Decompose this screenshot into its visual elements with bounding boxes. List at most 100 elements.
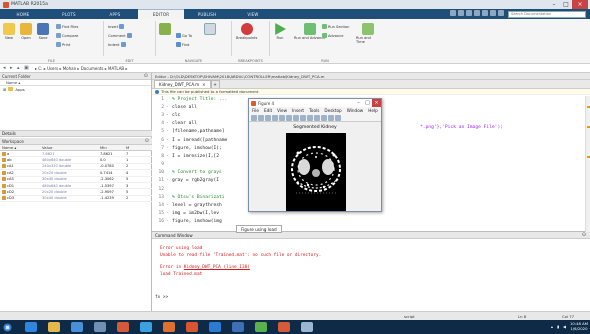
app-icon[interactable] bbox=[209, 322, 221, 332]
figure-close-button[interactable]: × bbox=[372, 99, 381, 107]
folder-item[interactable]: ⊞ Apps bbox=[0, 86, 151, 92]
new-button[interactable]: New bbox=[3, 23, 15, 40]
rotate-icon[interactable] bbox=[307, 114, 313, 121]
command-prompt[interactable]: fx >> bbox=[152, 294, 590, 301]
open-button[interactable]: Open bbox=[20, 23, 32, 40]
tab-plots[interactable]: PLOTS bbox=[46, 9, 92, 19]
zoom-in-icon[interactable] bbox=[286, 114, 292, 121]
col-value[interactable]: Value bbox=[40, 145, 98, 150]
redo-icon[interactable] bbox=[490, 10, 496, 16]
figure-canvas[interactable]: Segmented Kidney bbox=[249, 122, 381, 211]
tab-home[interactable]: HOME bbox=[0, 9, 46, 19]
editor-file-tab[interactable]: Kidney_DWT_PCA.m × bbox=[154, 80, 211, 88]
menu-view[interactable]: View bbox=[277, 108, 287, 113]
media-player-icon[interactable] bbox=[71, 322, 83, 332]
close-button[interactable]: × bbox=[572, 0, 588, 9]
table-row[interactable]: cD3 30x40 double -1.4239 2 bbox=[0, 196, 152, 203]
navigate-arrows-button[interactable] bbox=[159, 23, 171, 36]
print-figure-icon[interactable] bbox=[272, 114, 278, 121]
zoom-out-icon[interactable] bbox=[293, 114, 299, 121]
minimize-button[interactable]: – bbox=[548, 0, 560, 9]
brush-icon[interactable] bbox=[321, 114, 327, 121]
run-section-button[interactable]: Run Section bbox=[322, 24, 349, 29]
figure-minimize-button[interactable]: – bbox=[354, 99, 363, 107]
new-figure-icon[interactable] bbox=[251, 114, 257, 121]
col-name[interactable]: Name ▴ bbox=[0, 145, 40, 150]
copy-icon[interactable] bbox=[466, 10, 472, 16]
current-path[interactable]: ▸ C: ▸ Users ▸ Mohan ▸ Documents ▸ MATLA… bbox=[35, 66, 127, 71]
menu-insert[interactable]: Insert bbox=[292, 108, 304, 113]
start-button[interactable] bbox=[0, 320, 14, 334]
code-line[interactable]: 16- figure, imshow(img bbox=[152, 218, 590, 226]
find-files-button[interactable]: Find Files bbox=[56, 24, 78, 29]
app-icon[interactable] bbox=[117, 322, 129, 332]
cut-icon[interactable] bbox=[458, 10, 464, 16]
app-icon[interactable] bbox=[278, 322, 290, 332]
app-icon[interactable] bbox=[255, 322, 267, 332]
tab-apps[interactable]: APPS bbox=[92, 9, 138, 19]
menu-help[interactable]: Help bbox=[368, 108, 378, 113]
save-button[interactable]: Save bbox=[37, 23, 49, 40]
print-button[interactable]: Print bbox=[56, 42, 70, 47]
up-folder-icon[interactable]: ▴ bbox=[17, 65, 22, 71]
panel-options-icon[interactable]: ⊙ bbox=[144, 73, 148, 79]
search-documentation-input[interactable]: Search Documentation bbox=[508, 10, 586, 18]
close-tab-icon[interactable]: × bbox=[202, 82, 205, 87]
data-cursor-icon[interactable] bbox=[314, 114, 320, 121]
file-explorer-icon[interactable] bbox=[48, 322, 60, 332]
calendar-button[interactable] bbox=[204, 23, 216, 36]
app-icon[interactable] bbox=[301, 322, 313, 332]
clock[interactable]: 10:48 AM 1/6/2020 bbox=[570, 321, 588, 331]
menu-file[interactable]: File bbox=[252, 108, 259, 113]
tab-publish[interactable]: PUBLISH bbox=[184, 9, 230, 19]
menu-tools[interactable]: Tools bbox=[309, 108, 319, 113]
find-button[interactable]: Find bbox=[176, 42, 189, 47]
run-and-advance-button[interactable]: Run and Advance bbox=[294, 23, 325, 40]
workspace-options-icon[interactable]: ⊙ bbox=[145, 138, 149, 144]
expand-icon[interactable]: ⊞ bbox=[3, 87, 6, 92]
app-icon[interactable] bbox=[232, 322, 244, 332]
indent-button[interactable]: Indent bbox=[108, 42, 126, 47]
details-panel-header[interactable]: Details bbox=[0, 130, 152, 137]
run-button[interactable]: Run bbox=[274, 23, 286, 40]
breakpoints-button[interactable]: Breakpoints bbox=[236, 23, 257, 40]
browse-folder-icon[interactable]: ▣ bbox=[24, 65, 29, 71]
insert-button[interactable]: Insert bbox=[108, 24, 125, 29]
figure-maximize-button[interactable]: □ bbox=[363, 99, 372, 107]
col-max[interactable]: M bbox=[124, 145, 152, 150]
open-file-icon[interactable] bbox=[258, 114, 264, 121]
save-icon[interactable] bbox=[450, 10, 456, 16]
command-window-options-icon[interactable]: ⊙ bbox=[582, 232, 586, 238]
legend-icon[interactable] bbox=[335, 114, 341, 121]
paste-icon[interactable] bbox=[474, 10, 480, 16]
run-and-time-button[interactable]: Run and Time bbox=[356, 23, 380, 44]
tab-view[interactable]: VIEW bbox=[230, 9, 276, 19]
back-arrow-icon[interactable]: ◂ bbox=[3, 65, 8, 71]
editor-scrollbar[interactable] bbox=[585, 96, 590, 232]
network-icon[interactable]: ▮ bbox=[557, 324, 559, 329]
go-to-button[interactable]: Go To bbox=[176, 33, 192, 38]
forward-arrow-icon[interactable]: ▸ bbox=[10, 65, 15, 71]
tab-editor[interactable]: EDITOR bbox=[138, 9, 184, 19]
undo-icon[interactable] bbox=[482, 10, 488, 16]
maximize-button[interactable]: □ bbox=[560, 0, 572, 9]
app-icon[interactable] bbox=[140, 322, 152, 332]
figure-window[interactable]: Figure 4 – □ × File Edit View Insert Too… bbox=[248, 98, 382, 212]
save-figure-icon[interactable] bbox=[265, 114, 271, 121]
command-window[interactable]: Command Window ⊙ Error using load Unable… bbox=[152, 232, 590, 320]
chrome-icon[interactable] bbox=[163, 322, 175, 332]
advance-button[interactable]: Advance bbox=[322, 33, 343, 38]
help-icon[interactable] bbox=[498, 10, 504, 16]
pointer-icon[interactable] bbox=[279, 114, 285, 121]
comment-button[interactable]: Comment bbox=[108, 33, 132, 38]
compare-button[interactable]: Compare bbox=[56, 33, 78, 38]
new-tab-button[interactable]: + bbox=[210, 80, 220, 88]
pan-icon[interactable] bbox=[300, 114, 306, 121]
tray-arrow-icon[interactable]: ▴ bbox=[551, 324, 553, 329]
matlab-taskbar-icon[interactable] bbox=[186, 322, 198, 332]
volume-icon[interactable]: ◀ bbox=[563, 324, 566, 329]
colorbar-icon[interactable] bbox=[328, 114, 334, 121]
col-min[interactable]: Min bbox=[98, 145, 124, 150]
app-icon[interactable] bbox=[94, 322, 106, 332]
menu-desktop[interactable]: Desktop bbox=[324, 108, 341, 113]
